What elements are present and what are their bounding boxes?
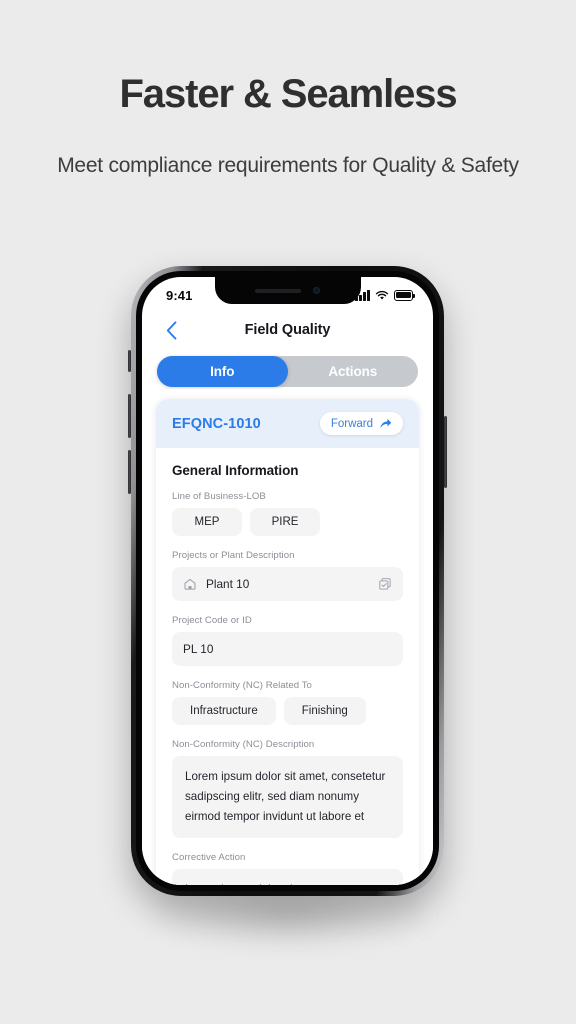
power-button[interactable] [444,416,447,488]
mute-switch[interactable] [128,350,131,372]
volume-down-button[interactable] [128,450,131,494]
record-header: EFQNC-1010 Forward [156,399,419,448]
front-camera-icon [313,287,320,294]
chip-pire[interactable]: PIRE [250,508,320,536]
chip-mep[interactable]: MEP [172,508,242,536]
status-bar-icons [355,289,415,301]
field-label-nc-related-to: Non-Conformity (NC) Related To [172,680,312,691]
info-card: EFQNC-1010 Forward General Information L… [156,399,419,885]
general-information-section: General Information Line of Business-LOB… [156,448,419,885]
chip-row-nc-related-to: Infrastructure Finishing [172,697,403,725]
forward-button-label: Forward [330,417,373,430]
textarea-nc-description-value: Lorem ipsum dolor sit amet, consetetur s… [185,770,386,823]
tab-info[interactable]: Info [157,356,288,387]
back-button[interactable] [160,319,182,341]
input-project-code[interactable]: PL 10 [172,632,403,666]
home-icon [183,577,197,591]
tab-actions[interactable]: Actions [288,356,419,387]
phone-device-frame: 9:41 Field Quality Info Actions EFQNC-10… [128,266,447,896]
phone-bezel: 9:41 Field Quality Info Actions EFQNC-10… [136,271,439,891]
field-label-plant-description: Projects or Plant Description [172,550,295,561]
battery-full-icon [394,290,415,301]
input-project-code-value: PL 10 [183,642,214,656]
volume-up-button[interactable] [128,394,131,438]
input-plant-description[interactable]: Plant 10 [172,567,403,601]
section-title: General Information [172,463,299,478]
textarea-corrective-action-value: Lorem ipsum dolor sit amet, consetetur [185,880,390,885]
chevron-left-icon [166,320,176,340]
hero-section: Faster & Seamless Meet compliance requir… [0,0,576,182]
chip-infrastructure[interactable]: Infrastructure [172,697,276,725]
scroll-content[interactable]: EFQNC-1010 Forward General Information L… [142,389,433,885]
share-arrow-icon [380,418,392,429]
field-label-corrective-action: Corrective Action [172,851,246,863]
app-navigation-bar: Field Quality [142,310,433,350]
textarea-nc-description[interactable]: Lorem ipsum dolor sit amet, consetetur s… [172,756,403,838]
field-label-nc-description: Non-Conformity (NC) Description [172,739,315,750]
chip-finishing[interactable]: Finishing [283,697,366,725]
earpiece-speaker [255,288,301,293]
page-subtitle: Meet compliance requirements for Quality… [57,154,519,177]
field-label-lob: Line of Business-LOB [172,491,266,502]
chip-row-lob: MEP PIRE [172,508,403,536]
field-label-project-code: Project Code or ID [172,615,252,626]
status-bar-time: 9:41 [166,287,193,303]
checkbox-copy-icon[interactable] [378,577,392,591]
input-plant-description-value: Plant 10 [206,577,250,591]
device-notch [214,277,361,304]
phone-screen: 9:41 Field Quality Info Actions EFQNC-10… [142,277,433,885]
textarea-corrective-action[interactable]: Lorem ipsum dolor sit amet, consetetur [172,868,403,885]
tab-segmented-control: Info Actions [157,356,418,387]
page-title: Faster & Seamless [119,72,457,116]
wifi-icon [375,290,389,300]
forward-button[interactable]: Forward [319,412,403,435]
screen-title: Field Quality [244,322,331,338]
record-id-label: EFQNC-1010 [172,415,261,432]
